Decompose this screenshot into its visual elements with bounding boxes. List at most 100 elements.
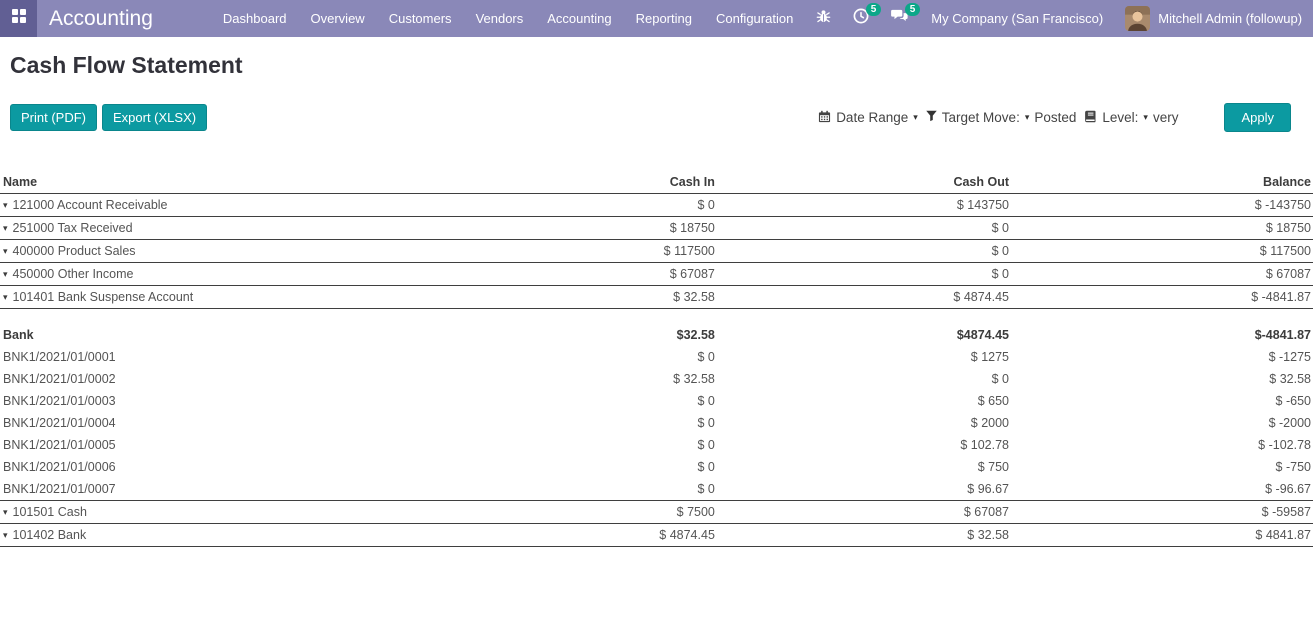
date-range-filter[interactable]: Date Range ▾ bbox=[818, 110, 918, 126]
row-cash-out: $4874.45 bbox=[717, 309, 1011, 347]
company-switcher[interactable]: My Company (San Francisco) bbox=[919, 11, 1115, 26]
row-balance: $ -143750 bbox=[1011, 194, 1313, 217]
systray: 5 5 My Company (San Francisco) Mitchell … bbox=[805, 0, 1313, 37]
table-row: ▾101501 Cash $ 7500 $ 67087 $ -59587 bbox=[0, 501, 1313, 524]
row-balance: $ -102.78 bbox=[1011, 434, 1313, 456]
apply-button[interactable]: Apply bbox=[1224, 103, 1291, 132]
table-row: BNK1/2021/01/0006 $ 0 $ 750 $ -750 bbox=[0, 456, 1313, 478]
cash-flow-table: Name Cash In Cash Out Balance ▾121000 Ac… bbox=[0, 172, 1313, 547]
row-name: 400000 Product Sales bbox=[13, 244, 136, 258]
table-row: ▾101401 Bank Suspense Account $ 32.58 $ … bbox=[0, 286, 1313, 309]
nav-item-dashboard[interactable]: Dashboard bbox=[211, 0, 299, 37]
nav-item-label: Dashboard bbox=[223, 11, 287, 26]
expand-caret-icon[interactable]: ▾ bbox=[3, 223, 8, 234]
messages-menu-button[interactable]: 5 bbox=[880, 0, 919, 37]
report-toolbar: Print (PDF) Export (XLSX) Date Range ▾ bbox=[10, 103, 1291, 132]
row-balance: $ -1275 bbox=[1011, 346, 1313, 368]
expand-caret-icon[interactable]: ▾ bbox=[3, 530, 8, 541]
user-menu-button[interactable]: Mitchell Admin (followup) bbox=[1158, 11, 1313, 26]
target-move-label: Target Move: bbox=[942, 110, 1020, 125]
column-header-balance: Balance bbox=[1011, 172, 1313, 194]
table-row: ▾400000 Product Sales $ 117500 $ 0 $ 117… bbox=[0, 240, 1313, 263]
report-filters: Date Range ▾ Target Move: ▾ Posted bbox=[810, 103, 1291, 132]
row-name: BNK1/2021/01/0003 bbox=[3, 394, 116, 408]
target-move-value: Posted bbox=[1034, 110, 1076, 125]
table-header-row: Name Cash In Cash Out Balance bbox=[0, 172, 1313, 194]
table-row: BNK1/2021/01/0005 $ 0 $ 102.78 $ -102.78 bbox=[0, 434, 1313, 456]
expand-caret-icon[interactable]: ▾ bbox=[3, 292, 8, 303]
row-balance: $ -2000 bbox=[1011, 412, 1313, 434]
nav-item-reporting[interactable]: Reporting bbox=[624, 0, 704, 37]
table-row: BNK1/2021/01/0001 $ 0 $ 1275 $ -1275 bbox=[0, 346, 1313, 368]
nav-item-label: Reporting bbox=[636, 11, 692, 26]
table-row: ▾121000 Account Receivable $ 0 $ 143750 … bbox=[0, 194, 1313, 217]
nav-item-accounting[interactable]: Accounting bbox=[535, 0, 623, 37]
nav-item-label: Accounting bbox=[547, 11, 611, 26]
row-cash-in: $ 0 bbox=[551, 412, 716, 434]
table-row: BNK1/2021/01/0004 $ 0 $ 2000 $ -2000 bbox=[0, 412, 1313, 434]
row-name: BNK1/2021/01/0002 bbox=[3, 372, 116, 386]
app-brand[interactable]: Accounting bbox=[37, 0, 167, 37]
avatar[interactable] bbox=[1125, 6, 1150, 31]
nav-item-overview[interactable]: Overview bbox=[299, 0, 377, 37]
row-name: BNK1/2021/01/0001 bbox=[3, 350, 116, 364]
row-cash-in: $ 0 bbox=[551, 390, 716, 412]
row-cash-out: $ 650 bbox=[717, 390, 1011, 412]
row-cash-out: $ 750 bbox=[717, 456, 1011, 478]
nav-item-label: Vendors bbox=[476, 11, 524, 26]
nav-item-label: Customers bbox=[389, 11, 452, 26]
print-pdf-button[interactable]: Print (PDF) bbox=[10, 104, 97, 131]
row-name: BNK1/2021/01/0006 bbox=[3, 460, 116, 474]
row-cash-out: $ 0 bbox=[717, 368, 1011, 390]
row-cash-in: $ 0 bbox=[551, 478, 716, 501]
row-name: Bank bbox=[3, 328, 34, 342]
row-cash-out: $ 143750 bbox=[717, 194, 1011, 217]
bug-icon bbox=[816, 9, 831, 29]
column-header-cash-out: Cash Out bbox=[717, 172, 1011, 194]
export-buttons: Print (PDF) Export (XLSX) bbox=[10, 104, 207, 131]
export-xlsx-button[interactable]: Export (XLSX) bbox=[102, 104, 207, 131]
column-header-cash-in: Cash In bbox=[551, 172, 716, 194]
expand-caret-icon[interactable]: ▾ bbox=[3, 269, 8, 280]
target-move-filter[interactable]: Target Move: ▾ Posted bbox=[926, 110, 1077, 125]
row-name: 101402 Bank bbox=[13, 528, 87, 542]
row-name: BNK1/2021/01/0005 bbox=[3, 438, 116, 452]
row-balance: $ 67087 bbox=[1011, 263, 1313, 286]
expand-caret-icon[interactable]: ▾ bbox=[3, 200, 8, 211]
nav-item-configuration[interactable]: Configuration bbox=[704, 0, 805, 37]
row-balance: $ 117500 bbox=[1011, 240, 1313, 263]
top-navbar: Accounting Dashboard Overview Customers Ven… bbox=[0, 0, 1313, 37]
nav-item-vendors[interactable]: Vendors bbox=[464, 0, 536, 37]
apps-menu-button[interactable] bbox=[0, 0, 37, 37]
funnel-icon bbox=[926, 110, 937, 125]
table-row: BNK1/2021/01/0003 $ 0 $ 650 $ -650 bbox=[0, 390, 1313, 412]
row-cash-out: $ 96.67 bbox=[717, 478, 1011, 501]
row-cash-out: $ 1275 bbox=[717, 346, 1011, 368]
level-label: Level: bbox=[1102, 110, 1138, 125]
row-cash-out: $ 67087 bbox=[717, 501, 1011, 524]
row-cash-out: $ 32.58 bbox=[717, 524, 1011, 547]
messages-badge: 5 bbox=[905, 3, 921, 16]
nav-item-customers[interactable]: Customers bbox=[377, 0, 464, 37]
level-filter[interactable]: Level: ▾ very bbox=[1084, 110, 1178, 126]
date-range-label: Date Range bbox=[836, 110, 908, 125]
row-balance: $ -750 bbox=[1011, 456, 1313, 478]
debug-menu-button[interactable] bbox=[805, 0, 842, 37]
expand-caret-icon[interactable]: ▾ bbox=[3, 246, 8, 257]
row-balance: $-4841.87 bbox=[1011, 309, 1313, 347]
calendar-icon bbox=[818, 110, 831, 126]
row-cash-in: $ 0 bbox=[551, 456, 716, 478]
report-table-body: ▾121000 Account Receivable $ 0 $ 143750 … bbox=[0, 194, 1313, 547]
row-cash-out: $ 2000 bbox=[717, 412, 1011, 434]
row-name: BNK1/2021/01/0004 bbox=[3, 416, 116, 430]
expand-caret-icon[interactable]: ▾ bbox=[3, 507, 8, 518]
table-row: ▾450000 Other Income $ 67087 $ 0 $ 67087 bbox=[0, 263, 1313, 286]
table-row: BNK1/2021/01/0002 $ 32.58 $ 0 $ 32.58 bbox=[0, 368, 1313, 390]
table-row: BNK1/2021/01/0007 $ 0 $ 96.67 $ -96.67 bbox=[0, 478, 1313, 501]
row-cash-in: $ 4874.45 bbox=[551, 524, 716, 547]
chevron-down-icon: ▾ bbox=[1143, 113, 1148, 122]
nav-item-label: Configuration bbox=[716, 11, 793, 26]
row-balance: $ 18750 bbox=[1011, 217, 1313, 240]
row-balance: $ 4841.87 bbox=[1011, 524, 1313, 547]
activities-menu-button[interactable]: 5 bbox=[842, 0, 880, 37]
